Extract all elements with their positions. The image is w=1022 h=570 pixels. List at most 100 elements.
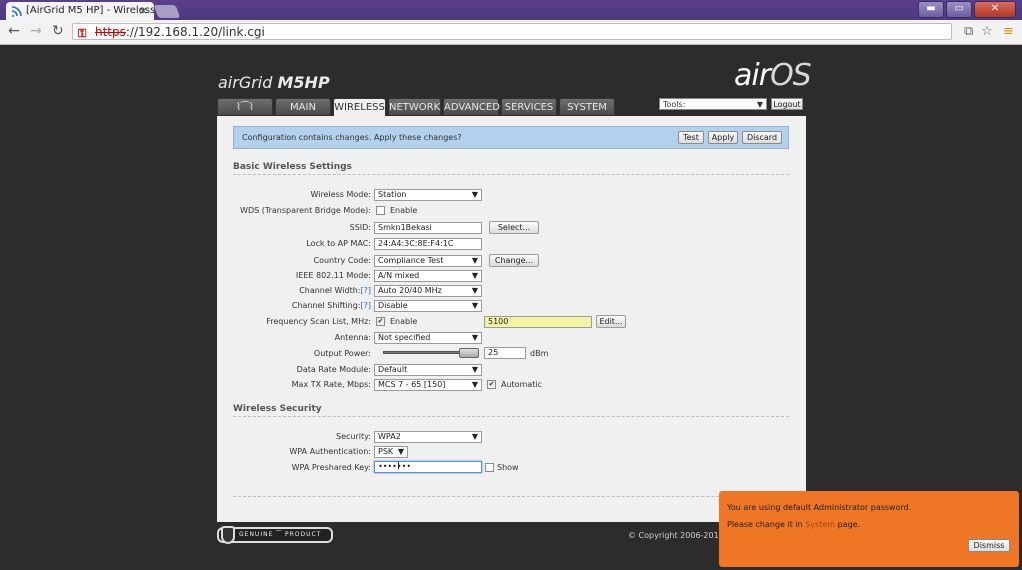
tab-ubnt-logo[interactable]: ⌇⁀⌇ [217,98,273,115]
text-cursor-icon: I [397,461,400,472]
back-arrow-icon[interactable]: ← [8,23,20,39]
tab-services[interactable]: SERVICES [501,98,557,115]
max-tx-automatic-checkbox[interactable]: ✔ [487,380,496,389]
dropdown-arrow-icon: ▼ [471,380,478,389]
browser-titlebar: [AirGrid M5 HP] - Wireless × ▬ ▭ ✕ [0,0,1022,20]
reload-icon[interactable]: ↻ [52,23,64,39]
dropdown-arrow-icon: ▼ [471,333,478,342]
dropdown-arrow-icon: ▼ [471,432,478,441]
max-tx-rate-label: Max TX Rate, Mbps: [291,380,371,389]
channel-shifting-label: Channel Shifting:[?] [291,301,372,310]
basic-wireless-heading: Basic Wireless Settings [233,162,352,172]
test-button[interactable]: Test [678,131,704,144]
country-change-button[interactable]: Change... [489,254,539,267]
antenna-label: Antenna: [334,333,371,342]
browser-tab-title: [AirGrid M5 HP] - Wireless [26,5,154,16]
wpa-auth-label: WPA Authentication: [289,447,371,456]
channel-width-help-link[interactable]: [?] [361,286,372,295]
tab-advanced[interactable]: ADVANCED [443,98,500,115]
url-path: ://192.168.1.20/link.cgi [125,25,265,39]
dropdown-arrow-icon: ▼ [471,301,478,310]
freq-scan-list-input[interactable]: 5100 [484,316,592,328]
ssid-label: SSID: [349,223,371,232]
channel-shifting-help-link[interactable]: [?] [361,301,372,310]
airos-logo: airOS [734,58,812,93]
output-power-slider-thumb[interactable] [459,348,479,358]
data-rate-module-select[interactable]: Default ▼ [374,364,482,376]
tab-wireless[interactable]: WIRELESS [333,98,386,116]
tab-close-icon[interactable]: × [139,4,148,17]
dropdown-arrow-icon: ▼ [471,271,478,280]
wifi-favicon-icon [11,6,22,17]
forward-arrow-icon[interactable]: → [30,23,42,39]
channel-shifting-select[interactable]: Disable ▼ [374,300,482,312]
ssid-select-button[interactable]: Select... [489,221,539,234]
toast-instruction: Please change it in System page. [727,520,861,529]
translate-icon[interactable]: ⧉ [964,24,973,39]
browser-tab[interactable]: [AirGrid M5 HP] - Wireless × [6,2,154,20]
country-code-select[interactable]: Compliance Test ▼ [374,255,482,267]
wds-enable-checkbox[interactable] [376,206,385,215]
new-tab-button[interactable] [153,5,181,18]
lock-ap-mac-input[interactable]: 24:A4:3C:8E:F4:1C [374,238,482,250]
shield-icon [221,526,235,544]
section-divider [233,496,789,497]
dropdown-arrow-icon: ▼ [471,286,478,295]
country-code-label: Country Code: [313,256,372,265]
bookmark-star-icon[interactable]: ☆ [981,24,993,39]
default-password-toast: You are using default Administrator pass… [719,491,1019,567]
tab-network[interactable]: NETWORK [388,98,441,115]
discard-button[interactable]: Discard [742,131,782,144]
dropdown-arrow-icon: ▼ [471,190,478,199]
menu-icon[interactable]: ≡ [1003,24,1014,39]
minimize-button[interactable]: ▬ [918,1,944,18]
lock-ap-label: Lock to AP MAC: [306,239,371,248]
pending-changes-notice: Configuration contains changes. Apply th… [233,126,789,149]
freq-scan-label: Frequency Scan List, MHz: [266,317,371,326]
show-key-checkbox[interactable] [485,463,494,472]
url-scheme: https [95,25,126,39]
wpa-key-label: WPA Preshared Key: [291,463,371,472]
security-label: Security: [336,432,371,441]
wireless-mode-label: Wireless Mode: [310,190,371,199]
ieee-mode-select[interactable]: A/N mixed ▼ [374,270,482,282]
dropdown-arrow-icon: ▼ [471,365,478,374]
show-key-text: Show [497,463,519,472]
dropdown-arrow-icon: ▼ [471,256,478,265]
window-close-button[interactable]: ✕ [974,1,1016,18]
wireless-mode-select[interactable]: Station ▼ [374,189,482,201]
wds-label: WDS (Transparent Bridge Mode): [240,206,371,215]
freq-edit-button[interactable]: Edit... [596,315,626,328]
antenna-select[interactable]: Not specified ▼ [374,332,482,344]
section-divider [233,416,789,417]
security-select[interactable]: WPA2 ▼ [374,431,482,443]
max-tx-rate-select[interactable]: MCS 7 - 65 [150] ▼ [374,379,482,391]
wireless-security-heading: Wireless Security [233,404,322,414]
channel-width-select[interactable]: Auto 20/40 MHz ▼ [374,285,482,297]
address-bar[interactable]: ⚿ https://192.168.1.20/link.cgi [72,23,952,40]
airgrid-logo: airGrid M5HP [218,73,330,92]
freq-scan-enable-text: Enable [390,317,418,326]
restore-button[interactable]: ▭ [946,1,972,18]
output-power-input[interactable]: 25 [484,347,526,359]
apply-button[interactable]: Apply [708,131,738,144]
output-power-label: Output Power: [313,349,371,358]
wpa-preshared-key-input[interactable]: ••••••• [374,461,482,473]
max-tx-automatic-text: Automatic [501,380,543,389]
notice-text: Configuration contains changes. Apply th… [242,133,462,142]
system-page-link[interactable]: System [805,520,835,529]
tools-dropdown[interactable]: Tools: ▼ [659,98,767,110]
settings-panel: Configuration contains changes. Apply th… [217,116,806,522]
genuine-product-badge: GENUINE ⁀ PRODUCT [217,526,333,544]
tab-system[interactable]: SYSTEM [559,98,615,115]
section-divider [233,174,789,175]
tab-main[interactable]: MAIN [275,98,331,115]
ssid-input[interactable]: Smkn1Bekasi [374,222,482,234]
freq-scan-enable-checkbox[interactable]: ✔ [376,317,385,326]
dismiss-button[interactable]: Dismiss [968,539,1010,552]
main-nav-tabs: ⌇⁀⌇ MAIN WIRELESS NETWORK ADVANCED SERVI… [217,98,617,116]
channel-width-label: Channel Width:[?] [299,286,371,295]
logout-button[interactable]: Logout [771,98,803,110]
browser-toolbar: ← → ↻ ⚿ https://192.168.1.20/link.cgi ⧉ … [0,20,1022,45]
wpa-auth-select[interactable]: PSK ▼ [374,446,408,458]
